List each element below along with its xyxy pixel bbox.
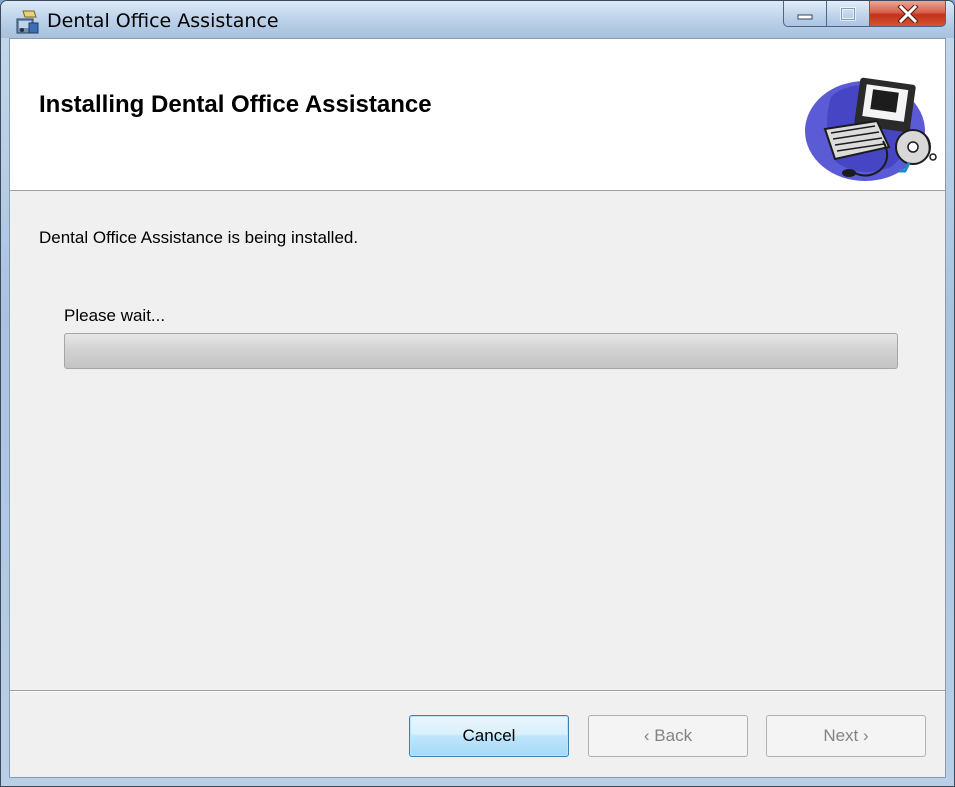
window-title: Dental Office Assistance [47, 10, 279, 32]
maximize-button[interactable] [827, 1, 870, 27]
next-button[interactable]: Next › [766, 715, 926, 757]
please-wait-label: Please wait... [64, 306, 166, 325]
close-button[interactable] [870, 1, 946, 27]
close-icon [896, 4, 919, 23]
minimize-icon [797, 14, 813, 19]
maximize-icon [840, 6, 856, 21]
caption-buttons [783, 1, 946, 27]
computer-setup-icon [805, 77, 937, 181]
footer-divider [10, 690, 945, 692]
cancel-button[interactable]: Cancel [409, 715, 569, 757]
dialog-client-area: Installing Dental Office Assistance Dent… [9, 38, 946, 778]
installer-window: Dental Office Assistance Installing Dent… [0, 0, 955, 787]
back-button[interactable]: ‹ Back [588, 715, 748, 757]
title-bar[interactable]: Dental Office Assistance [1, 1, 954, 38]
minimize-button[interactable] [783, 1, 827, 27]
install-status-text: Dental Office Assistance is being instal… [39, 228, 359, 247]
header-banner: Installing Dental Office Assistance [10, 39, 945, 191]
install-progress-bar [64, 333, 898, 369]
installer-app-icon [16, 10, 39, 34]
page-title: Installing Dental Office Assistance [39, 91, 432, 118]
